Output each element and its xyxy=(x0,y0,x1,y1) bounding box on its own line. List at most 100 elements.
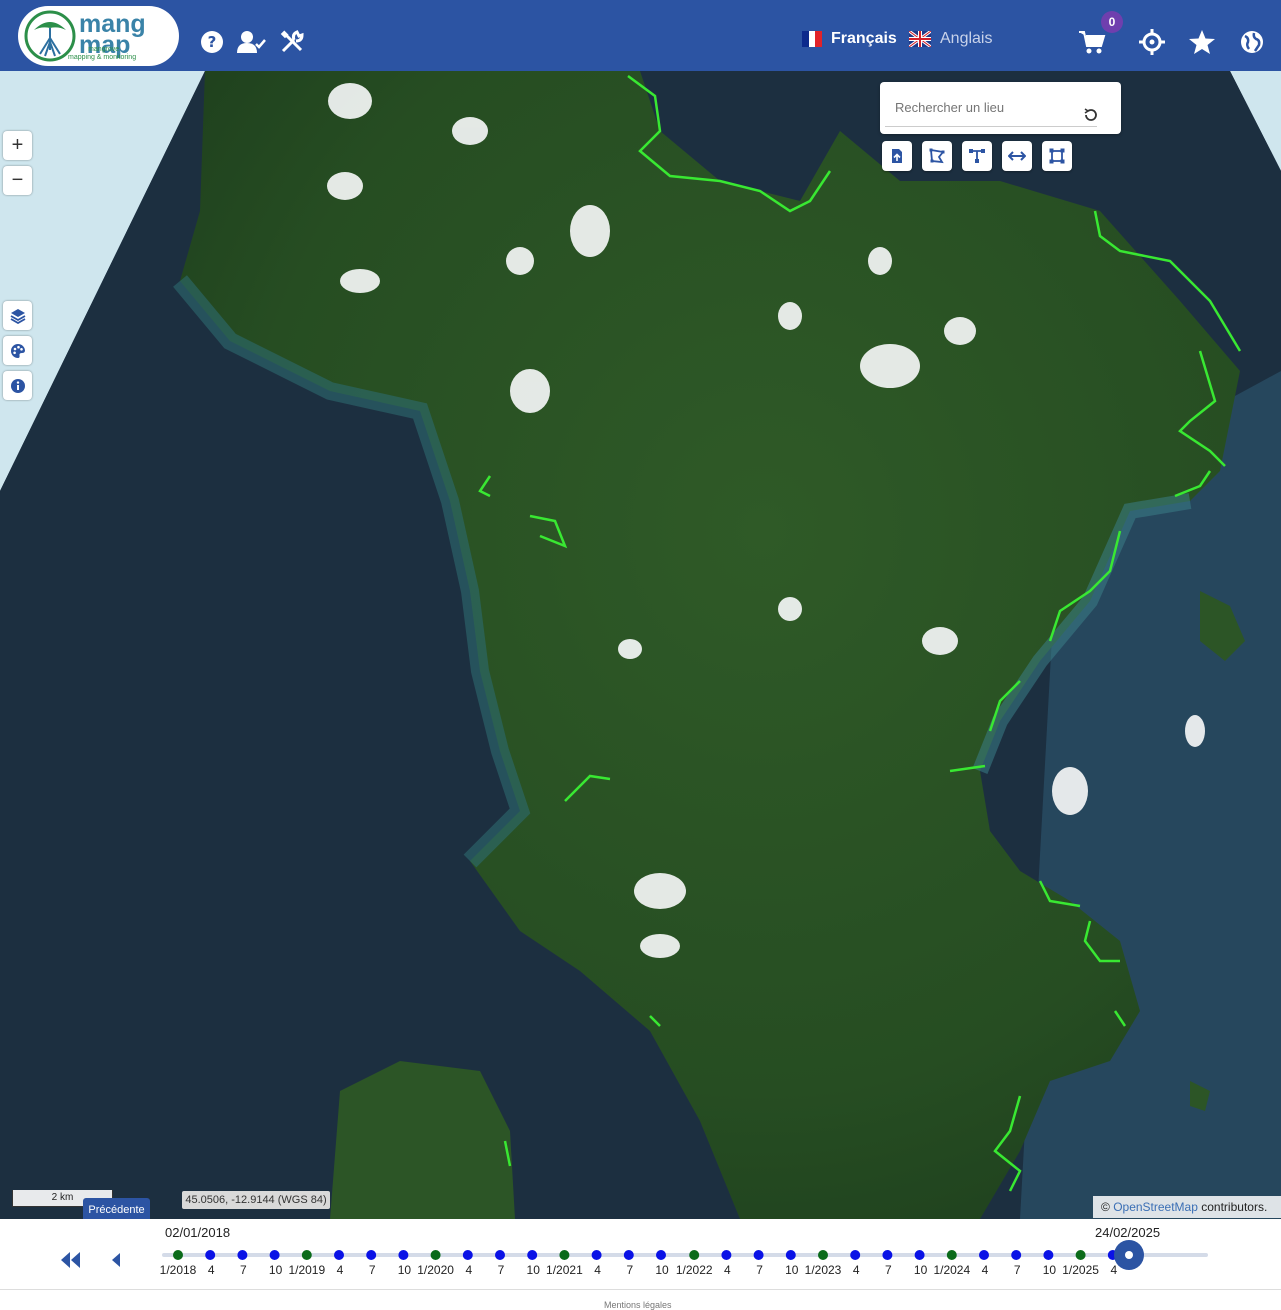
bbox-icon xyxy=(1049,148,1065,164)
timeline-dot[interactable] xyxy=(366,1250,377,1260)
timeline-dot[interactable] xyxy=(462,1250,473,1260)
timeline-dot[interactable] xyxy=(269,1250,280,1260)
lang-french-button[interactable]: Français xyxy=(802,30,897,48)
timeline-tick-label: 7 xyxy=(498,1263,505,1277)
timeline-dot[interactable] xyxy=(850,1250,861,1260)
timeline-track[interactable]: 1/2018 4 7 10 1/2019 4 7 10 1/2020 4 7 10 1/2021 4 7 10… xyxy=(0,1219,1281,1289)
style-button[interactable] xyxy=(3,336,32,365)
map-view[interactable]: + − 2 km 45.0506, -12.9144 (WGS 84) © Op… xyxy=(0,71,1281,1219)
timeline-dot[interactable] xyxy=(591,1250,602,1260)
info-button[interactable] xyxy=(3,371,32,400)
timeline-tick-label: 7 xyxy=(1014,1263,1021,1277)
timeline-tick-label: 1/2023 xyxy=(805,1263,842,1277)
timeline-tick-label: 10 xyxy=(398,1263,412,1277)
globe-button[interactable] xyxy=(1235,25,1269,59)
favorites-button[interactable] xyxy=(1185,25,1219,59)
timeline-tick-label: 1/2018 xyxy=(160,1263,197,1277)
measure-icon xyxy=(1008,151,1026,161)
palette-icon xyxy=(10,343,25,358)
draw-polygon-button[interactable] xyxy=(922,141,952,171)
timeline-tick-label: 1/2022 xyxy=(676,1263,713,1277)
crosshair-icon xyxy=(1139,29,1165,55)
timeline-dot[interactable] xyxy=(398,1250,409,1260)
logo-subtitle-2: mapping & monitoring xyxy=(68,54,137,61)
timeline-dot[interactable] xyxy=(173,1250,183,1260)
timeline-dot[interactable] xyxy=(205,1250,216,1260)
timeline-dot[interactable] xyxy=(689,1250,700,1260)
mouse-coordinates: 45.0506, -12.9144 (WGS 84) xyxy=(182,1191,330,1209)
timeline-tick-label: 7 xyxy=(756,1263,763,1277)
timeline-tick-label: 1/2025 xyxy=(1062,1263,1099,1277)
layers-button[interactable] xyxy=(3,301,32,330)
upload-shape-icon xyxy=(892,149,902,163)
lang-english-label: Anglais xyxy=(940,30,993,47)
draw-line-icon xyxy=(969,149,985,163)
timeline-tick-label: 1/2019 xyxy=(288,1263,325,1277)
timeline-tick-label: 10 xyxy=(527,1263,541,1277)
lang-english-button[interactable]: Anglais xyxy=(909,30,992,48)
mangmap-logo[interactable]: mang map mangrove mapping & monitoring xyxy=(18,6,179,66)
timeline-tick-label: 1/2024 xyxy=(933,1263,970,1277)
cart-count-badge: 0 xyxy=(1101,11,1123,33)
timeline-tick-label: 4 xyxy=(208,1263,215,1277)
timeline-dot[interactable] xyxy=(301,1250,312,1260)
timeline-tick-label: 7 xyxy=(885,1263,892,1277)
timeline-dot[interactable] xyxy=(721,1250,732,1260)
timeline-dot[interactable] xyxy=(559,1250,570,1260)
timeline-dot[interactable] xyxy=(946,1250,957,1260)
tools-icon xyxy=(280,30,304,53)
attribution-prefix: © xyxy=(1101,1200,1110,1214)
tools-button[interactable] xyxy=(275,25,309,59)
timeline-dot[interactable] xyxy=(753,1250,764,1260)
timeline-dot[interactable] xyxy=(1075,1250,1086,1260)
locate-button[interactable] xyxy=(1135,25,1169,59)
timeline-dot[interactable] xyxy=(882,1250,893,1260)
timeline-tick-label: 10 xyxy=(1043,1263,1057,1277)
draw-line-button[interactable] xyxy=(962,141,992,171)
attribution-suffix: contributors. xyxy=(1201,1200,1268,1214)
footer-bar: Mentions légales xyxy=(0,1289,1281,1310)
account-button[interactable] xyxy=(235,25,269,59)
timeline-tick-label: 4 xyxy=(594,1263,601,1277)
star-icon xyxy=(1189,30,1215,54)
timeline-dot[interactable] xyxy=(495,1250,505,1260)
zoom-in-button[interactable]: + xyxy=(3,131,32,160)
timeline-tick-label: 10 xyxy=(269,1263,283,1277)
timeline-cursor-center xyxy=(1125,1251,1133,1259)
timeline-tick-label: 4 xyxy=(337,1263,344,1277)
date-timeline: 02/01/2018 24/02/2025 1/2018 4 7 10 1/2019 4 7… xyxy=(0,1219,1281,1289)
timeline-dot[interactable] xyxy=(979,1250,989,1260)
timeline-dot[interactable] xyxy=(1011,1250,1022,1260)
timeline-dot[interactable] xyxy=(527,1250,538,1260)
zoom-out-button[interactable]: − xyxy=(3,166,32,195)
place-search-input[interactable] xyxy=(885,88,1097,127)
bbox-button[interactable] xyxy=(1042,141,1072,171)
timeline-dot[interactable] xyxy=(818,1250,828,1260)
osm-link[interactable]: OpenStreetMap xyxy=(1113,1200,1198,1214)
help-button[interactable]: ? xyxy=(195,25,229,59)
logo-subtitle-1: mangrove xyxy=(88,46,120,53)
top-bar: mang map mangrove mapping & monitoring ?… xyxy=(0,0,1281,71)
timeline-dot[interactable] xyxy=(623,1250,634,1260)
globe-icon xyxy=(1241,31,1263,53)
flag-france-icon xyxy=(802,31,822,47)
map-attribution: © OpenStreetMap contributors. xyxy=(1093,1196,1281,1218)
search-reset-button[interactable] xyxy=(1082,106,1100,124)
timeline-tick-label: 4 xyxy=(465,1263,472,1277)
legal-mentions-link[interactable]: Mentions légales xyxy=(604,1300,672,1310)
timeline-dot[interactable] xyxy=(237,1250,248,1260)
timeline-tick-label: 4 xyxy=(982,1263,989,1277)
upload-shape-button[interactable] xyxy=(882,141,912,171)
lang-french-label: Français xyxy=(831,30,897,47)
timeline-tick-label: 10 xyxy=(785,1263,799,1277)
timeline-dot[interactable] xyxy=(334,1250,344,1260)
timeline-dot[interactable] xyxy=(656,1250,666,1260)
timeline-tick-label: 10 xyxy=(914,1263,928,1277)
measure-button[interactable] xyxy=(1002,141,1032,171)
svg-text:?: ? xyxy=(208,33,217,51)
timeline-dot[interactable] xyxy=(914,1250,925,1260)
satellite-imagery xyxy=(0,71,1281,1219)
timeline-dot[interactable] xyxy=(430,1250,441,1260)
timeline-dot[interactable] xyxy=(1043,1250,1054,1260)
timeline-dot[interactable] xyxy=(785,1250,796,1260)
